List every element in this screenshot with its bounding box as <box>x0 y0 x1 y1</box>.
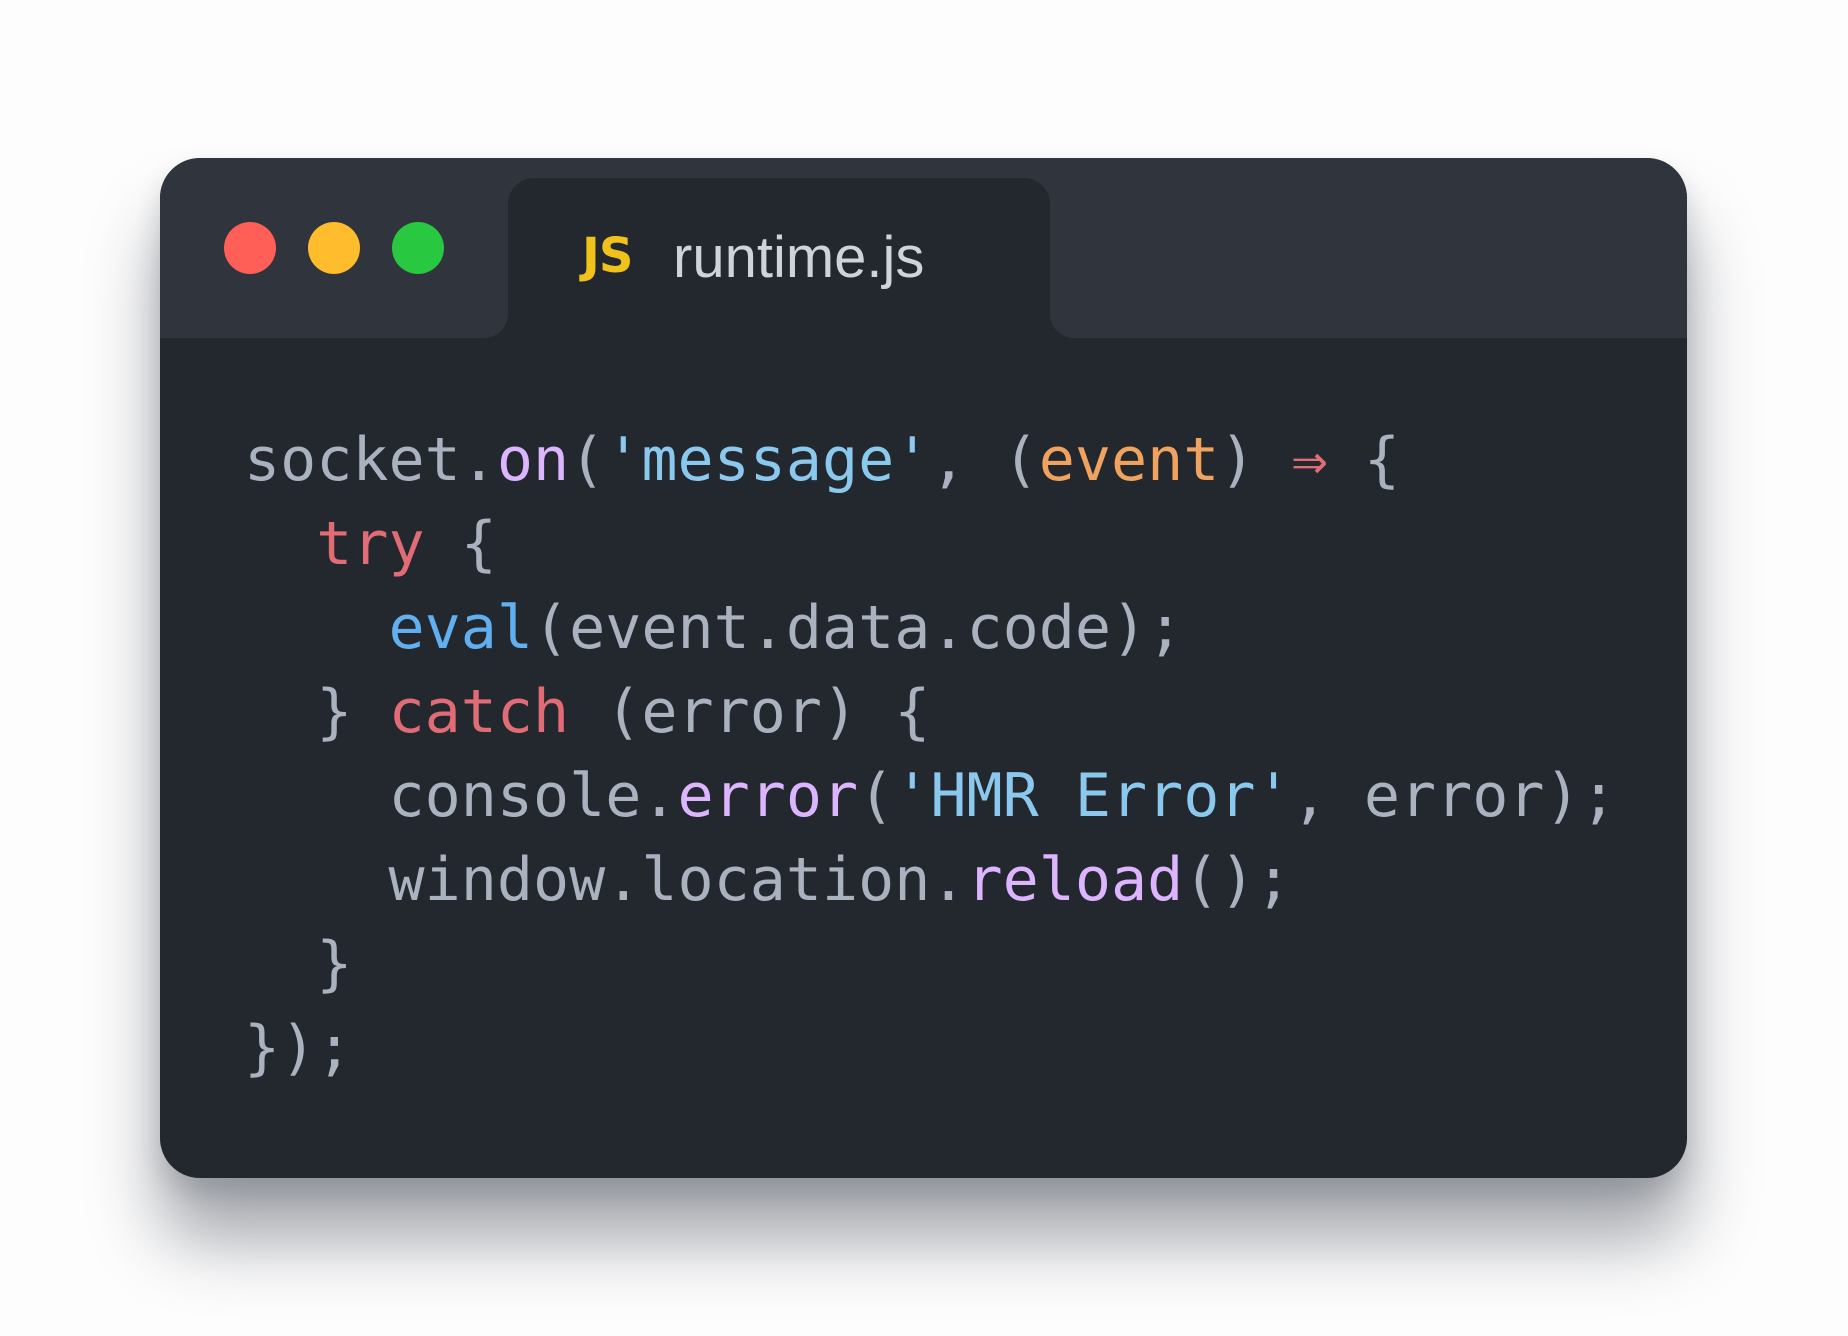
zoom-button[interactable] <box>392 222 444 274</box>
code-token: } <box>244 929 353 999</box>
code-token: { <box>1327 425 1400 495</box>
code-token: }); <box>244 1013 353 1083</box>
code-token: (error) { <box>569 677 931 747</box>
code-token: socket. <box>244 425 497 495</box>
code-token: , ( <box>930 425 1039 495</box>
close-button[interactable] <box>224 222 276 274</box>
code-line: eval(event.data.code); <box>244 586 1617 670</box>
code-token: console. <box>244 761 678 831</box>
code-token: reload <box>966 845 1184 915</box>
code-line: window.location.reload(); <box>244 838 1617 922</box>
code-line: }); <box>244 1006 1617 1090</box>
code-token: 'message' <box>605 425 931 495</box>
code-line: try { <box>244 502 1617 586</box>
code-window: JS runtime.js socket.on('message', (even… <box>160 158 1687 1178</box>
title-bar: JS runtime.js <box>160 158 1687 378</box>
tab-runtime-js[interactable]: JS runtime.js <box>508 178 1050 378</box>
code-token: catch <box>388 677 570 747</box>
code-token: ( <box>569 425 606 495</box>
code-token: try <box>316 509 425 579</box>
javascript-file-icon: JS <box>582 228 633 284</box>
code-token: } <box>244 677 389 747</box>
code-token: on <box>496 425 570 495</box>
code-token: (event.data.code); <box>533 593 1184 663</box>
code-token: , error); <box>1291 761 1617 831</box>
code-token: ) <box>1219 425 1292 495</box>
code-token: (); <box>1183 845 1292 915</box>
code-token: ( <box>858 761 895 831</box>
code-token: window.location. <box>244 845 967 915</box>
code-token: ⇒ <box>1291 425 1328 495</box>
minimize-button[interactable] <box>308 222 360 274</box>
code-editor[interactable]: socket.on('message', (event) ⇒ { try { e… <box>244 418 1617 1090</box>
code-line: socket.on('message', (event) ⇒ { <box>244 418 1617 502</box>
tab-label: runtime.js <box>673 225 925 290</box>
code-token: 'HMR Error' <box>894 761 1292 831</box>
code-line: console.error('HMR Error', error); <box>244 754 1617 838</box>
code-token: event <box>1038 425 1220 495</box>
code-line: } <box>244 922 1617 1006</box>
code-token: error <box>677 761 859 831</box>
code-token: { <box>424 509 497 579</box>
code-token: eval <box>388 593 534 663</box>
code-line: } catch (error) { <box>244 670 1617 754</box>
